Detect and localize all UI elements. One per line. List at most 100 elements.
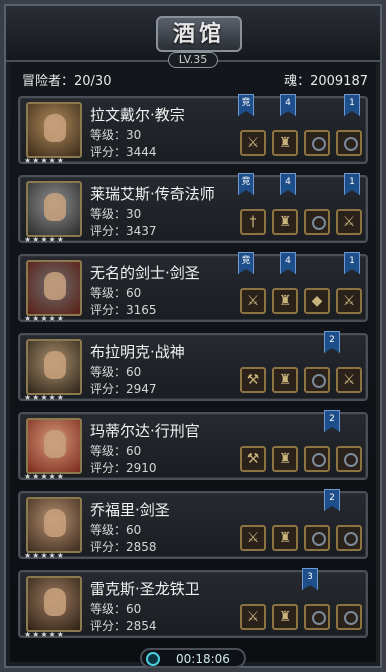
hero-portrait[interactable] [26, 102, 82, 158]
hero-portrait[interactable] [26, 181, 82, 237]
hero-card[interactable]: ★★★★★ 玛蒂尔达·行刑官 等级：60 评分：2910 2 ⚒ ♜ [18, 410, 368, 481]
equipment-slot-icon[interactable] [336, 525, 362, 551]
stats-bar: 冒险者：20/30 魂：2009187 [16, 70, 370, 89]
sword-icon: ⚔ [342, 293, 356, 309]
level-badge: LV.35 [168, 52, 218, 68]
ring-icon [338, 448, 360, 470]
hero-name: 无名的剑士·剑圣 [90, 264, 200, 282]
hero-portrait[interactable] [26, 497, 82, 553]
equipment-slot-icon[interactable] [304, 130, 330, 156]
hero-portrait[interactable] [26, 576, 82, 632]
sword-icon: ⚔ [246, 293, 260, 309]
equipment-slot-icon[interactable]: ⚔ [336, 209, 362, 235]
hero-card[interactable]: ★★★★★ 无名的剑士·剑圣 等级：60 评分：3165 竞 4 1 ⚔ ♜ ◆… [18, 252, 368, 323]
hero-card[interactable]: ★★★★★ 布拉明克·战神 等级：60 评分：2947 2 ⚒ ♜ ⚔ [18, 331, 368, 402]
equipment-slot-icon[interactable] [304, 367, 330, 393]
hero-score: 评分：3165 [90, 303, 157, 317]
hero-portrait[interactable] [26, 260, 82, 316]
star-rating: ★★★★★ [24, 472, 65, 481]
ring-icon [306, 448, 328, 470]
armor-icon: ♜ [278, 293, 292, 309]
equipment-slot-icon[interactable]: ♜ [272, 209, 298, 235]
hero-score: 评分：3444 [90, 145, 157, 159]
armor-icon: ♜ [278, 214, 292, 230]
rank-flag-icon: 竞 [238, 94, 254, 116]
rank-flag-icon: 4 [280, 173, 296, 195]
armor-icon: ♜ [278, 372, 292, 388]
soul-count: 魂：2009187 [284, 74, 368, 89]
equipment-slot-icon[interactable]: † [240, 209, 266, 235]
hero-card[interactable]: ★★★★★ 雷克斯·圣龙铁卫 等级：60 评分：2854 3 ⚔ ♜ [18, 568, 368, 639]
star-rating: ★★★★★ [24, 314, 65, 323]
equipment-slot-icon[interactable]: ⚔ [336, 288, 362, 314]
page-title: 酒馆 [156, 16, 242, 52]
hero-level: 等级：60 [90, 602, 142, 616]
equipment-slot-icon[interactable] [304, 446, 330, 472]
hero-card[interactable]: ★★★★★ 拉文戴尔·教宗 等级：30 评分：3444 竞 4 1 ⚔ ♜ [18, 94, 368, 165]
equipment-slot-icon[interactable]: ♜ [272, 525, 298, 551]
equipment-slots: ⚔ ♜ [240, 525, 362, 551]
equipment-slot-icon[interactable]: ⚔ [240, 288, 266, 314]
hero-score: 评分：2947 [90, 382, 157, 396]
equipment-slots: ⚔ ♜ [240, 604, 362, 630]
hero-level: 等级：30 [90, 207, 142, 221]
hero-score: 评分：3437 [90, 224, 157, 238]
hero-list[interactable]: ★★★★★ 拉文戴尔·教宗 等级：30 评分：3444 竞 4 1 ⚔ ♜ ★★… [18, 94, 368, 649]
rank-flag-icon: 竞 [238, 252, 254, 274]
equipment-slot-icon[interactable]: ♜ [272, 288, 298, 314]
equipment-slot-icon[interactable]: ♜ [272, 604, 298, 630]
equipment-slot-icon[interactable] [304, 525, 330, 551]
rank-flag-icon: 2 [324, 489, 340, 511]
portrait-face [44, 509, 66, 537]
hero-name: 玛蒂尔达·行刑官 [90, 422, 200, 440]
ring-icon [306, 606, 328, 628]
hero-level: 等级：30 [90, 128, 142, 142]
hero-score: 评分：2858 [90, 540, 157, 554]
portrait-face [44, 351, 66, 379]
star-rating: ★★★★★ [24, 551, 65, 560]
timer-text: 00:18:06 [176, 652, 230, 666]
equipment-slot-icon[interactable]: ⚔ [240, 604, 266, 630]
hero-card[interactable]: ★★★★★ 乔福里·剑圣 等级：60 评分：2858 2 ⚔ ♜ [18, 489, 368, 560]
ring-icon [338, 606, 360, 628]
equipment-slot-icon[interactable] [336, 130, 362, 156]
armor-icon: ♜ [278, 451, 292, 467]
rank-flag-icon: 1 [344, 94, 360, 116]
sword-icon: ⚔ [342, 372, 356, 388]
star-rating: ★★★★★ [24, 156, 65, 165]
hero-portrait[interactable] [26, 339, 82, 395]
equipment-slot-icon[interactable]: ◆ [304, 288, 330, 314]
equipment-slots: ⚒ ♜ [240, 446, 362, 472]
equipment-slot-icon[interactable]: ♜ [272, 367, 298, 393]
armor-icon: ♜ [278, 135, 292, 151]
equipment-slot-icon[interactable] [304, 604, 330, 630]
rank-flag-icon: 1 [344, 252, 360, 274]
hero-name: 布拉明克·战神 [90, 343, 185, 361]
equipment-slot-icon[interactable]: ⚒ [240, 446, 266, 472]
hero-card[interactable]: ★★★★★ 莱瑞艾斯·传奇法师 等级：30 评分：3437 竞 4 1 † ♜ … [18, 173, 368, 244]
hero-portrait[interactable] [26, 418, 82, 474]
equipment-slot-icon[interactable] [304, 209, 330, 235]
equipment-slot-icon[interactable] [336, 446, 362, 472]
portrait-face [44, 588, 66, 616]
star-rating: ★★★★★ [24, 630, 65, 639]
equipment-slot-icon[interactable]: ⚔ [336, 367, 362, 393]
equipment-slot-icon[interactable]: ⚔ [240, 525, 266, 551]
equipment-slot-icon[interactable]: ♜ [272, 130, 298, 156]
portrait-face [44, 193, 66, 221]
sword-icon: ⚔ [246, 609, 260, 625]
portrait-face [44, 114, 66, 142]
adventurer-count: 冒险者：20/30 [22, 74, 112, 89]
equipment-slots: ⚔ ♜ ◆ ⚔ [240, 288, 362, 314]
armor-icon: ♜ [278, 530, 292, 546]
hero-level: 等级：60 [90, 444, 142, 458]
equipment-slot-icon[interactable]: ♜ [272, 446, 298, 472]
staff-icon: ⚔ [246, 135, 260, 151]
rank-flag-icon: 2 [324, 331, 340, 353]
equipment-slots: ⚔ ♜ [240, 130, 362, 156]
rank-flag-icon: 4 [280, 94, 296, 116]
equipment-slot-icon[interactable] [336, 604, 362, 630]
equipment-slot-icon[interactable]: ⚔ [240, 130, 266, 156]
hero-name: 雷克斯·圣龙铁卫 [90, 580, 200, 598]
equipment-slot-icon[interactable]: ⚒ [240, 367, 266, 393]
